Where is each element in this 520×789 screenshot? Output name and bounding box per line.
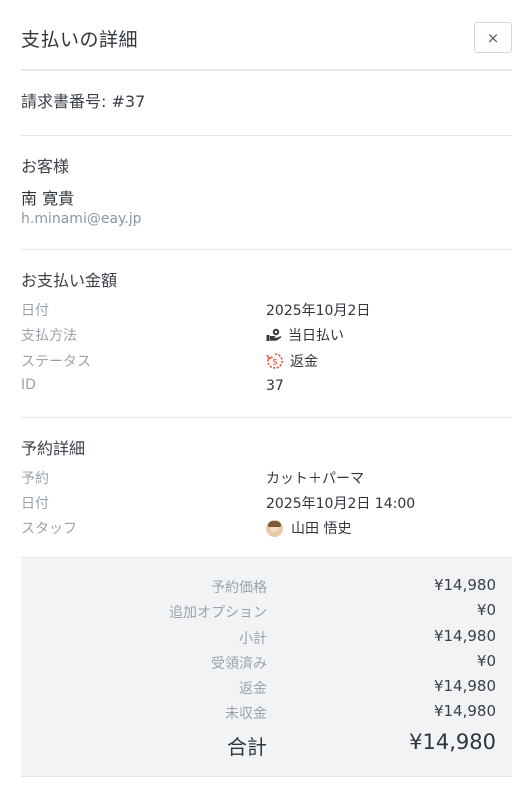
booking-staff-text: 山田 悟史	[291, 521, 352, 537]
refund-icon: $	[266, 352, 284, 370]
booking-item-text: カット＋パーマ	[266, 471, 364, 487]
booking-staff-label: スタッフ	[21, 521, 77, 537]
payment-method-text: 当日払い	[288, 328, 344, 344]
payment-date-text: 2025年10月2日	[266, 303, 371, 319]
booking-staff-value: 山田 悟史	[266, 518, 351, 538]
payment-status-label: ステータス	[21, 354, 91, 370]
summary-value: ¥14,980	[433, 576, 496, 594]
invoice-number: 請求書番号: #37	[21, 92, 146, 111]
avatar	[266, 519, 283, 537]
page-title: 支払いの詳細	[21, 29, 139, 51]
payment-details-panel: 支払いの詳細 × 請求書番号: #37 お客様 南 寛貴 h.minami@ea…	[0, 0, 520, 789]
payment-date-value: 2025年10月2日	[266, 300, 370, 320]
summary-value: ¥0	[476, 601, 496, 619]
summary-value: ¥14,980	[433, 627, 496, 645]
summary-label: 未収金	[225, 706, 267, 722]
booking-item-label: 予約	[21, 471, 49, 487]
total-value: ¥14,980	[409, 730, 496, 754]
divider	[21, 249, 512, 250]
customer-email: h.minami@eay.jp	[21, 211, 142, 227]
booking-date-value: 2025年10月2日 14:00	[266, 493, 415, 513]
summary-label: 受領済み	[211, 656, 267, 672]
payment-method-value: 当日払い	[266, 325, 344, 345]
price-summary: 予約価格 ¥14,980 追加オプション ¥0 小計 ¥14,980 受領済み …	[21, 557, 512, 777]
divider	[21, 135, 512, 136]
payment-id-text: 37	[266, 378, 284, 394]
payment-method-label: 支払方法	[21, 328, 77, 344]
payment-id-label: ID	[21, 377, 36, 393]
divider	[21, 417, 512, 418]
payment-id-value: 37	[266, 378, 284, 394]
booking-section-title: 予約詳細	[21, 439, 86, 458]
close-button[interactable]: ×	[474, 22, 512, 53]
panel-header: 支払いの詳細 ×	[21, 0, 512, 71]
booking-item-value: カット＋パーマ	[266, 468, 364, 488]
payment-section-title: お支払い金額	[21, 271, 118, 290]
summary-label: 小計	[239, 631, 267, 647]
summary-value: ¥0	[476, 652, 496, 670]
booking-date-label: 日付	[21, 496, 49, 512]
close-icon: ×	[486, 28, 500, 47]
booking-date-text: 2025年10月2日 14:00	[266, 496, 416, 512]
payment-date-label: 日付	[21, 303, 49, 319]
summary-label: 返金	[239, 681, 267, 697]
svg-text:$: $	[272, 358, 278, 368]
payment-status-text: 返金	[290, 354, 318, 370]
summary-label: 追加オプション	[169, 605, 267, 621]
total-label: 合計	[227, 735, 267, 759]
customer-name: 南 寛貴	[21, 189, 75, 208]
payment-status-value: $ 返金	[266, 351, 318, 371]
hand-coin-icon	[266, 328, 282, 342]
summary-label: 予約価格	[211, 580, 267, 596]
summary-value: ¥14,980	[433, 702, 496, 720]
customer-section-title: お客様	[21, 157, 70, 176]
summary-value: ¥14,980	[433, 677, 496, 695]
